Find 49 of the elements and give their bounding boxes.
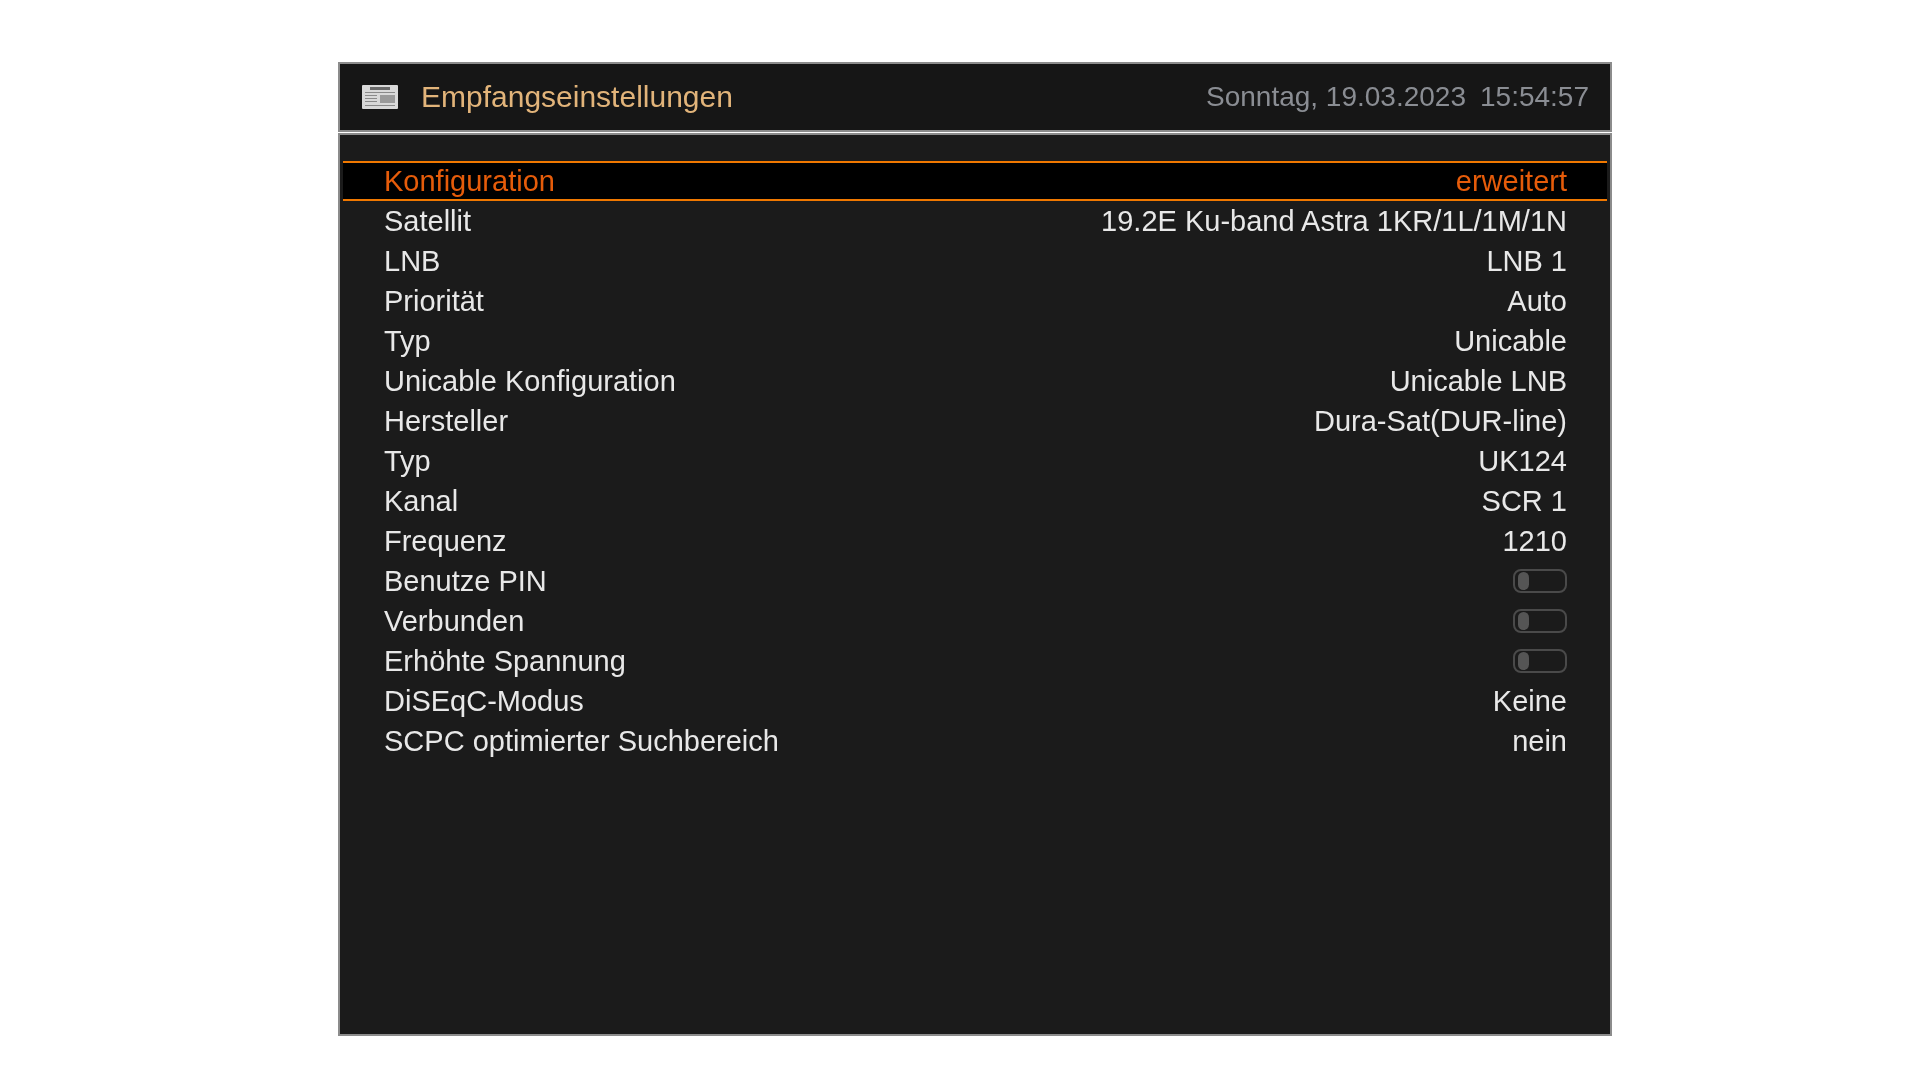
setting-label: Konfiguration — [384, 166, 555, 196]
setting-value: Dura-Sat(DUR-line) — [1314, 406, 1567, 436]
setting-value: LNB 1 — [1486, 246, 1567, 276]
settings-row[interactable]: Priorität Auto — [343, 281, 1607, 321]
setting-label: LNB — [384, 246, 441, 276]
setting-label: Typ — [384, 446, 431, 476]
setting-label: SCPC optimierter Suchbereich — [384, 726, 779, 756]
setting-label: Hersteller — [384, 406, 509, 436]
setting-value: nein — [1512, 726, 1567, 756]
setting-value: SCR 1 — [1481, 486, 1567, 516]
setting-value: Keine — [1492, 686, 1567, 716]
settings-row[interactable]: DiSEqC-Modus Keine — [343, 681, 1607, 721]
toggle-switch[interactable] — [1513, 569, 1567, 593]
settings-row[interactable]: Satellit 19.2E Ku-band Astra 1KR/1L/1M/1N — [343, 201, 1607, 241]
settings-row[interactable]: Frequenz 1210 — [343, 521, 1607, 561]
setting-value: 19.2E Ku-band Astra 1KR/1L/1M/1N — [1101, 206, 1567, 236]
setting-value: Auto — [1507, 286, 1567, 316]
setting-label: Satellit — [384, 206, 472, 236]
setting-label: Erhöhte Spannung — [384, 646, 626, 676]
date-text: Sonntag, 19.03.2023 — [1206, 83, 1466, 111]
setting-value: Unicable LNB — [1389, 366, 1567, 396]
setting-value: 1210 — [1502, 526, 1567, 556]
newspaper-icon — [362, 85, 398, 109]
settings-row[interactable]: Konfiguration erweitert — [343, 161, 1607, 201]
setting-value: Unicable — [1454, 326, 1567, 356]
setting-value: erweitert — [1455, 166, 1567, 196]
settings-row[interactable]: Erhöhte Spannung — [343, 641, 1607, 681]
toggle-switch[interactable] — [1513, 649, 1567, 673]
setting-label: Frequenz — [384, 526, 507, 556]
settings-row[interactable]: LNB LNB 1 — [343, 241, 1607, 281]
setting-value: UK124 — [1478, 446, 1567, 476]
setting-label: Benutze PIN — [384, 566, 547, 596]
settings-row[interactable]: Hersteller Dura-Sat(DUR-line) — [343, 401, 1607, 441]
setting-label: Typ — [384, 326, 431, 356]
settings-row[interactable]: Benutze PIN — [343, 561, 1607, 601]
settings-row[interactable]: Verbunden — [343, 601, 1607, 641]
time-text: 15:54:57 — [1480, 83, 1589, 111]
settings-row[interactable]: Typ UK124 — [343, 441, 1607, 481]
setting-label: Kanal — [384, 486, 459, 516]
settings-row[interactable]: SCPC optimierter Suchbereich nein — [343, 721, 1607, 761]
settings-row[interactable]: Unicable Konfiguration Unicable LNB — [343, 361, 1607, 401]
settings-row[interactable]: Kanal SCR 1 — [343, 481, 1607, 521]
settings-row[interactable]: Typ Unicable — [343, 321, 1607, 361]
setting-label: DiSEqC-Modus — [384, 686, 584, 716]
setting-label: Unicable Konfiguration — [384, 366, 676, 396]
setting-label: Verbunden — [384, 606, 525, 636]
window-title: Empfangseinstellungen — [421, 82, 733, 112]
toggle-switch[interactable] — [1513, 609, 1567, 633]
setting-label: Priorität — [384, 286, 484, 316]
